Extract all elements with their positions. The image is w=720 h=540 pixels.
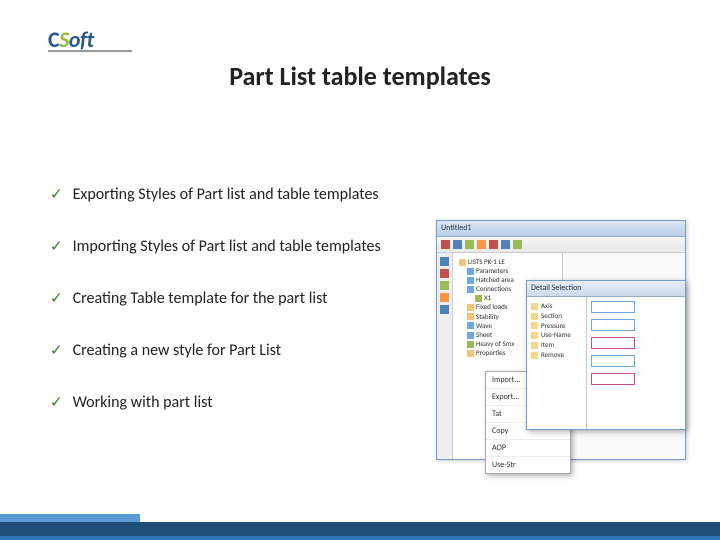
tree-label: Sheet <box>476 330 492 339</box>
node-icon <box>467 313 474 320</box>
item-label: Use-Name <box>541 330 571 339</box>
folder-icon <box>531 313 538 320</box>
item-label: Axis <box>541 301 552 310</box>
tool-icon[interactable] <box>440 305 449 314</box>
bullet-text: Importing Styles of Part list and table … <box>73 237 381 256</box>
node-icon <box>467 332 474 339</box>
tool-icon[interactable] <box>440 293 449 302</box>
menu-item[interactable]: AOP <box>486 440 570 457</box>
list-item[interactable]: Pressure <box>531 321 582 331</box>
dialog-preview <box>587 297 685 429</box>
bullet-text: Working with part list <box>73 393 213 412</box>
tree-label: Parameters <box>476 266 508 275</box>
list-item: ✓ Creating a new style for Part List <box>50 341 440 361</box>
bullet-text: Creating a new style for Part List <box>73 341 282 360</box>
bullet-text: Creating Table template for the part lis… <box>73 289 328 308</box>
symbol-preview[interactable] <box>591 355 635 367</box>
left-toolbar <box>437 253 453 459</box>
folder-icon <box>459 259 466 266</box>
toolbar-icon[interactable] <box>477 240 486 249</box>
tree-label: Properties <box>476 348 505 357</box>
symbol-preview[interactable] <box>591 319 635 331</box>
toolbar-icon[interactable] <box>513 240 522 249</box>
toolbar-icon[interactable] <box>501 240 510 249</box>
tool-icon[interactable] <box>440 281 449 290</box>
bullet-list: ✓ Exporting Styles of Part list and table… <box>50 185 440 445</box>
list-item: ✓ Exporting Styles of Part list and table… <box>50 185 440 205</box>
node-icon <box>467 268 474 275</box>
bullet-text: Exporting Styles of Part list and table … <box>73 185 379 204</box>
folder-icon <box>531 342 538 349</box>
tree-label: Hatched area <box>476 275 514 284</box>
footer-bar-thin <box>0 536 720 540</box>
toolbar-icon[interactable] <box>453 240 462 249</box>
check-icon: ✓ <box>50 289 63 309</box>
tool-icon[interactable] <box>440 269 449 278</box>
node-icon <box>467 350 474 357</box>
toolbar-icon[interactable] <box>489 240 498 249</box>
symbol-preview[interactable] <box>591 301 635 313</box>
toolbar-icon[interactable] <box>465 240 474 249</box>
tool-icon[interactable] <box>440 257 449 266</box>
check-icon: ✓ <box>50 393 63 413</box>
check-icon: ✓ <box>50 185 63 205</box>
dialog-title: Detail Selection <box>527 281 685 297</box>
tree-label: Stability <box>476 312 499 321</box>
list-item: ✓ Creating Table template for the part li… <box>50 289 440 309</box>
folder-icon <box>531 303 538 310</box>
toolbar-icon[interactable] <box>441 240 450 249</box>
tree-label: Heavy of Smx <box>476 339 514 348</box>
folder-icon <box>531 352 538 359</box>
dialog-body: Axis Section Pressure Use-Name Item Remo… <box>527 297 685 429</box>
tree-label: X1 <box>484 293 491 302</box>
tree-label: Connections <box>476 284 511 293</box>
list-item: ✓ Working with part list <box>50 393 440 413</box>
toolbar <box>437 237 685 253</box>
list-item[interactable]: Use-Name <box>531 330 582 340</box>
logo-c: C <box>48 26 59 53</box>
folder-icon <box>531 322 538 329</box>
footer-bar <box>0 522 720 536</box>
app-screenshot: Untitled1 LISTS PK-1 LE <box>436 220 696 470</box>
slide: CSoft Part List table templates ✓ Exporti… <box>0 0 720 540</box>
list-item[interactable]: Axis <box>531 301 582 311</box>
menu-item[interactable]: Use-Str <box>486 457 570 473</box>
dialog-list: Axis Section Pressure Use-Name Item Remo… <box>527 297 587 429</box>
accent-bar <box>0 514 140 522</box>
check-icon: ✓ <box>50 341 63 361</box>
list-item[interactable]: Remove <box>531 350 582 360</box>
dialog-window: Detail Selection Axis Section Pressure U… <box>526 280 686 430</box>
node-icon <box>467 277 474 284</box>
list-item[interactable]: Section <box>531 311 582 321</box>
folder-icon <box>531 332 538 339</box>
tree-label: Fixed loads <box>476 302 507 311</box>
list-item[interactable]: Item <box>531 340 582 350</box>
node-icon <box>467 286 474 293</box>
item-label: Pressure <box>541 321 565 330</box>
node-icon <box>467 304 474 311</box>
node-icon <box>475 295 482 302</box>
item-label: Item <box>541 340 554 349</box>
item-label: Remove <box>541 350 564 359</box>
tree-item[interactable]: Parameters <box>457 266 558 275</box>
item-label: Section <box>541 311 562 320</box>
list-item: ✓ Importing Styles of Part list and table… <box>50 237 440 257</box>
tree-label: LISTS PK-1 LE <box>468 257 505 266</box>
check-icon: ✓ <box>50 237 63 257</box>
symbol-preview[interactable] <box>591 337 635 349</box>
node-icon <box>467 322 474 329</box>
tree-label: Wave <box>476 321 492 330</box>
logo-oft: oft <box>69 26 94 53</box>
tree-item[interactable]: LISTS PK-1 LE <box>457 257 558 266</box>
node-icon <box>467 341 474 348</box>
symbol-preview[interactable] <box>591 373 635 385</box>
logo-underline <box>48 50 132 52</box>
logo-s: S <box>59 26 69 53</box>
window-title: Untitled1 <box>437 221 685 237</box>
logo: CSoft <box>48 26 94 53</box>
page-title: Part List table templates <box>0 60 720 92</box>
